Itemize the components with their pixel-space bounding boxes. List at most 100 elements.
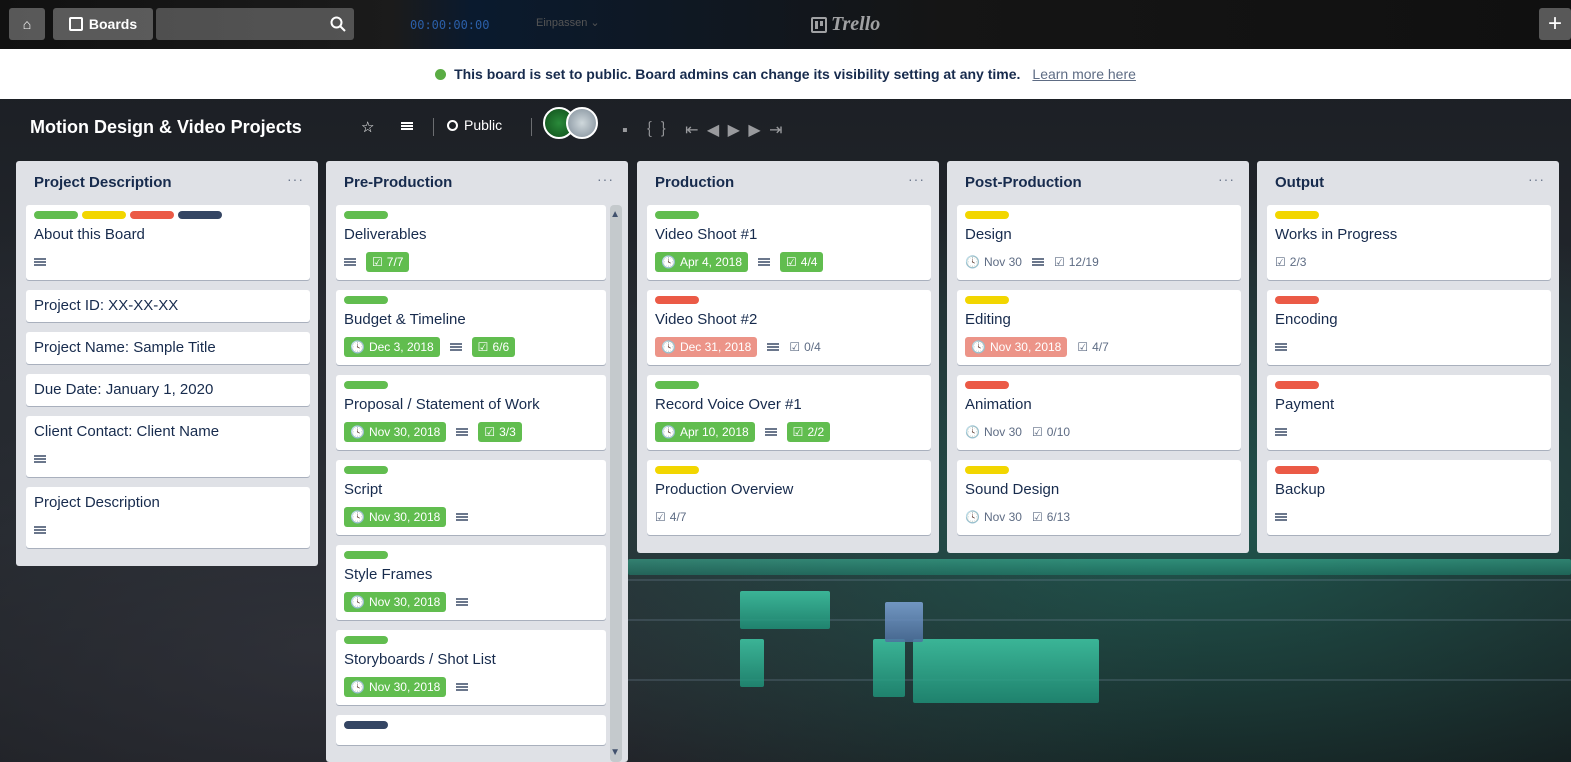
card-badges: ☑ 4/7 [655, 505, 923, 529]
label-green [344, 466, 388, 474]
due-date-badge[interactable]: 🕓 Dec 31, 2018 [655, 337, 758, 357]
due-date-badge[interactable]: 🕓 Nov 30 [965, 255, 1022, 269]
list-title[interactable]: Output [1275, 174, 1324, 191]
label-red [1275, 296, 1319, 304]
card-title: Deliverables [344, 226, 427, 243]
list-header: Post-Production ··· [947, 161, 1249, 205]
label-red [655, 296, 699, 304]
due-date-badge[interactable]: 🕓 Nov 30, 2018 [344, 507, 447, 527]
card-video-shoot-1[interactable]: Video Shoot #1 🕓 Apr 4, 2018 ☑ 4/4 [647, 205, 931, 280]
card-about-this-board[interactable]: About this Board [26, 205, 310, 280]
due-date-text: Apr 10, 2018 [679, 425, 749, 439]
member-avatar[interactable] [566, 107, 598, 139]
scroll-up-icon[interactable]: ▲ [610, 209, 620, 220]
due-date-badge[interactable]: 🕓 Nov 30, 2018 [344, 677, 447, 697]
board-menu-icon[interactable] [401, 118, 413, 135]
card-script[interactable]: Script 🕓 Nov 30, 2018 [336, 460, 606, 535]
card-backup[interactable]: Backup [1267, 460, 1551, 535]
clock-icon: 🕓 [350, 680, 365, 694]
board-title[interactable]: Motion Design & Video Projects [30, 117, 302, 138]
trello-logo[interactable]: Trello [811, 13, 880, 36]
card-labels [965, 466, 1233, 474]
card-encoding[interactable]: Encoding [1267, 290, 1551, 365]
checklist-icon: ☑ [477, 340, 489, 354]
checklist-badge: ☑ 4/4 [780, 252, 824, 272]
due-date-badge[interactable]: 🕓 Nov 30, 2018 [344, 422, 447, 442]
card-due-date-january-1-2020[interactable]: Due Date: January 1, 2020 [26, 374, 310, 406]
due-date-text: Nov 30, 2018 [368, 510, 441, 524]
label-green [344, 381, 388, 389]
checklist-icon: ☑ [792, 425, 804, 439]
card-badges: ☑ 2/3 [1275, 250, 1543, 274]
card-project-description[interactable]: Project Description [26, 487, 310, 548]
search-input[interactable] [156, 8, 354, 40]
checklist-icon: ☑ [1077, 340, 1089, 354]
card-labels [344, 296, 598, 304]
due-date-badge[interactable]: 🕓 Dec 3, 2018 [344, 337, 440, 357]
list-title[interactable]: Post-Production [965, 174, 1082, 191]
card-budget-timeline[interactable]: Budget & Timeline 🕓 Dec 3, 2018 ☑ 6/6 [336, 290, 606, 365]
card-title: Encoding [1275, 311, 1338, 328]
card-client-contact-client-name[interactable]: Client Contact: Client Name [26, 416, 310, 477]
card-title: Project ID: XX-XX-XX [34, 297, 179, 314]
card-record-voice-over-1[interactable]: Record Voice Over #1 🕓 Apr 10, 2018 ☑ 2/2 [647, 375, 931, 450]
scroll-down-icon[interactable]: ▼ [610, 747, 620, 758]
trello-logo-icon [811, 16, 827, 33]
card-title: Design [965, 226, 1012, 243]
card-title: About this Board [34, 226, 145, 243]
globe-icon [447, 119, 458, 131]
due-date-badge[interactable]: 🕓 Apr 10, 2018 [655, 422, 755, 442]
card-title: Backup [1275, 481, 1326, 498]
list-scrollbar[interactable] [610, 205, 622, 762]
card-production-overview[interactable]: Production Overview ☑ 4/7 [647, 460, 931, 535]
card-proposal-statement-of-work[interactable]: Proposal / Statement of Work 🕓 Nov 30, 201… [336, 375, 606, 450]
due-date-badge[interactable]: 🕓 Nov 30 [965, 510, 1022, 524]
card-title: Payment [1275, 396, 1335, 413]
due-date-badge[interactable]: 🕓 Nov 30, 2018 [344, 592, 447, 612]
list-title[interactable]: Pre-Production [344, 174, 452, 191]
card-title: Project Description [34, 494, 160, 511]
card-title: Works in Progress [1275, 226, 1398, 243]
card-badges: 🕓 Apr 4, 2018 ☑ 4/4 [655, 250, 923, 274]
list-menu-icon[interactable]: ··· [1218, 171, 1235, 187]
banner-message: This board is set to public. Board admin… [454, 66, 1021, 82]
due-date-badge[interactable]: 🕓 Nov 30 [965, 425, 1022, 439]
card-editing[interactable]: Editing 🕓 Nov 30, 2018 ☑ 4/7 [957, 290, 1241, 365]
checklist-badge: ☑ 2/3 [1275, 255, 1306, 269]
card-deliverables[interactable]: Deliverables ☑ 7/7 [336, 205, 606, 280]
list-menu-icon[interactable]: ··· [597, 171, 614, 187]
checklist-icon: ☑ [372, 255, 383, 269]
due-date-badge[interactable]: 🕓 Nov 30, 2018 [965, 337, 1068, 357]
card-video-shoot-2[interactable]: Video Shoot #2 🕓 Dec 31, 2018 ☑ 0/4 [647, 290, 931, 365]
boards-button[interactable]: Boards [53, 8, 153, 40]
card-list: Design 🕓 Nov 30 ☑ 12/19 Editing 🕓 Nov 30, 2018 ☑… [947, 205, 1249, 553]
card-design[interactable]: Design 🕓 Nov 30 ☑ 12/19 [957, 205, 1241, 280]
learn-more-link[interactable]: Learn more here [1032, 66, 1136, 82]
card-title: Storyboards / Shot List [344, 651, 496, 668]
list-menu-icon[interactable]: ··· [1528, 171, 1545, 187]
home-button[interactable]: ⌂ [9, 8, 45, 40]
card-storyboards-shot-list[interactable]: Storyboards / Shot List 🕓 Nov 30, 2018 [336, 630, 606, 705]
home-icon: ⌂ [22, 16, 32, 32]
card-project-id-xx-xx-xx[interactable]: Project ID: XX-XX-XX [26, 290, 310, 322]
list-menu-icon[interactable]: ··· [908, 171, 925, 187]
list-menu-icon[interactable]: ··· [287, 171, 304, 187]
due-date-badge[interactable]: 🕓 Apr 4, 2018 [655, 252, 748, 272]
create-button[interactable]: + [1539, 8, 1571, 40]
card-project-name-sample-title[interactable]: Project Name: Sample Title [26, 332, 310, 364]
card-untitled[interactable] [336, 715, 606, 745]
card-style-frames[interactable]: Style Frames 🕓 Nov 30, 2018 [336, 545, 606, 620]
list-title[interactable]: Project Description [34, 174, 172, 191]
visibility-button[interactable]: Public [447, 117, 502, 133]
card-title: Proposal / Statement of Work [344, 396, 540, 413]
checklist-count: 7/7 [386, 255, 404, 269]
star-icon[interactable]: ☆ [361, 118, 374, 136]
card-labels [1275, 381, 1543, 389]
card-works-in-progress[interactable]: Works in Progress ☑ 2/3 [1267, 205, 1551, 280]
card-payment[interactable]: Payment [1267, 375, 1551, 450]
card-sound-design[interactable]: Sound Design 🕓 Nov 30 ☑ 6/13 [957, 460, 1241, 535]
card-animation[interactable]: Animation 🕓 Nov 30 ☑ 0/10 [957, 375, 1241, 450]
list-title[interactable]: Production [655, 174, 734, 191]
list-pre-production: Pre-Production ··· Deliverables ☑ 7/7 Budget … [326, 161, 628, 762]
list-production: Production ··· Video Shoot #1 🕓 Apr 4, 2018 ☑… [637, 161, 939, 553]
